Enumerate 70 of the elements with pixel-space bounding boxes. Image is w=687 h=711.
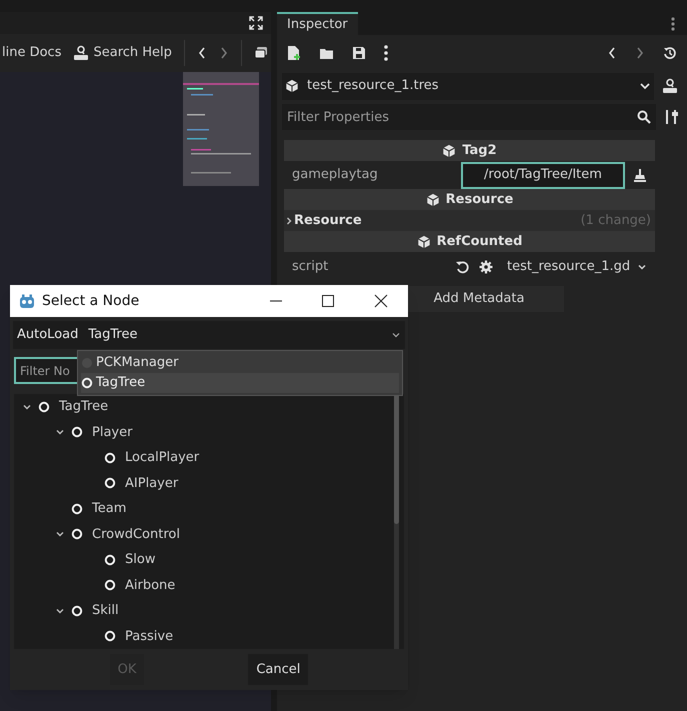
node-ring-icon: [71, 528, 83, 540]
node-ring-icon: [104, 630, 116, 642]
doc-search-icon: [662, 78, 678, 94]
back-icon[interactable]: [607, 46, 617, 60]
folder-icon[interactable]: [319, 46, 334, 60]
tree-item[interactable]: Slow: [125, 550, 156, 570]
cube-icon: [416, 234, 431, 248]
change-count: (1 change): [580, 212, 651, 230]
autoload-option[interactable]: TagTree: [81, 373, 399, 393]
tree-item[interactable]: Skill: [92, 601, 119, 620]
autoload-dropdown[interactable]: TagTree: [88, 321, 401, 349]
property-value-field[interactable]: /root/TagTree/Item: [461, 162, 625, 188]
new-file-icon[interactable]: [287, 45, 301, 61]
search-icon: [637, 110, 651, 124]
inspector-tab[interactable]: Inspector: [277, 12, 358, 35]
save-icon[interactable]: [352, 46, 366, 60]
windows-icon[interactable]: [254, 46, 268, 60]
history-icon[interactable]: [663, 46, 677, 60]
gear-icon[interactable]: [479, 260, 493, 274]
forward-icon[interactable]: [218, 46, 229, 60]
cube-icon: [442, 144, 456, 158]
online-docs-button[interactable]: line Docs: [2, 43, 62, 63]
maximize-icon[interactable]: [321, 294, 335, 308]
node-ring-icon: [71, 604, 83, 617]
tree-item[interactable]: Airbone: [125, 576, 176, 595]
tree-item[interactable]: TagTree: [59, 397, 108, 416]
dialog-title: Select a Node: [42, 292, 140, 310]
resource-selector[interactable]: test_resource_1.tres: [282, 72, 654, 100]
tree-item[interactable]: Passive: [125, 626, 174, 646]
node-ring-icon: [104, 579, 116, 592]
tree-item[interactable]: AIPlayer: [125, 474, 178, 493]
chevron-down-icon: [639, 81, 651, 91]
node-ring-icon: [81, 377, 93, 389]
forward-icon[interactable]: [635, 46, 645, 60]
dialog-button[interactable]: Cancel: [248, 654, 308, 685]
fullscreen-icon[interactable]: [249, 16, 263, 30]
cube-icon: [285, 79, 299, 93]
clear-icon[interactable]: [633, 168, 647, 182]
minimap[interactable]: [183, 72, 259, 186]
node-ring-icon: [104, 452, 116, 464]
tree-item[interactable]: Player: [92, 422, 132, 442]
section-title: Resource: [446, 190, 514, 209]
tree-item[interactable]: Team: [92, 499, 126, 518]
property-group[interactable]: Resource (1 change): [284, 210, 655, 231]
script-value[interactable]: test_resource_1.gd: [507, 256, 637, 276]
autoload-label: AutoLoad: [17, 326, 78, 344]
scrollbar-thumb[interactable]: [394, 394, 399, 524]
node-ring-icon: [71, 426, 83, 438]
node-ring-icon: [38, 400, 50, 413]
chevron-right-icon[interactable]: [284, 216, 294, 226]
close-icon[interactable]: [374, 294, 388, 308]
node-ring-icon: [104, 554, 116, 566]
tools-icon[interactable]: [664, 109, 678, 125]
more-icon[interactable]: [671, 17, 675, 31]
back-icon[interactable]: [196, 46, 207, 60]
more-icon[interactable]: [384, 45, 388, 61]
property-label: gameplaytag: [292, 166, 379, 184]
app-icon: [19, 294, 35, 308]
search-help-button[interactable]: Search Help: [73, 43, 172, 63]
node-ring-icon: [71, 502, 83, 515]
tree-item[interactable]: CrowdControl: [92, 524, 180, 544]
cube-icon: [426, 192, 440, 206]
doc-search-icon: [73, 45, 90, 61]
property-label: script: [292, 258, 330, 276]
section-title: RefCounted: [436, 232, 522, 251]
section-title: Tag2: [462, 142, 497, 160]
chevron-down-icon: [391, 330, 401, 340]
revert-icon[interactable]: [455, 260, 469, 274]
node-ring-icon: [104, 477, 116, 490]
tree-item[interactable]: LocalPlayer: [125, 448, 200, 468]
